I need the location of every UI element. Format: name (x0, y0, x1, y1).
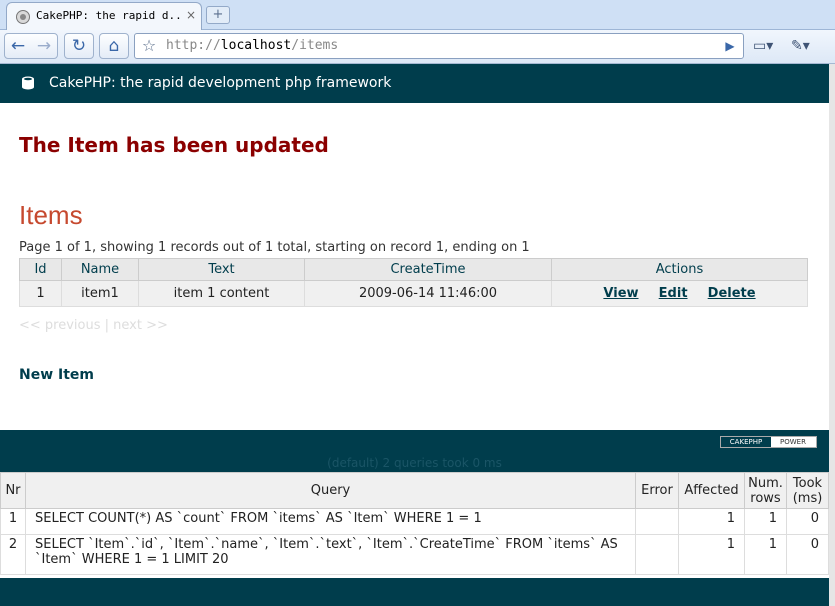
page-title: Items (19, 200, 83, 230)
sql-cell-nr: 2 (0, 534, 26, 575)
new-tab-button[interactable]: + (206, 6, 230, 24)
table-row: 1 item1 item 1 content 2009-06-14 11:46:… (19, 280, 808, 307)
table-row: 2 SELECT `Item`.`id`, `Item`.`name`, `It… (0, 534, 829, 575)
col-text[interactable]: Text (138, 258, 305, 281)
sql-cell-nr: 1 (0, 508, 26, 535)
cell-text: item 1 content (138, 280, 305, 307)
url-text[interactable]: http://localhost/items (166, 38, 338, 53)
sql-col-took: Took (ms) (786, 472, 829, 509)
items-table: Id Name Text CreateTime Actions 1 item1 … (19, 258, 808, 307)
site-header: CakePHP: the rapid development php frame… (0, 64, 829, 103)
power-badge-power: POWER (780, 438, 806, 446)
browser-tab[interactable]: CakePHP: the rapid d... × (6, 2, 202, 30)
delete-link[interactable]: Delete (708, 286, 756, 301)
back-button[interactable]: ← (6, 34, 30, 58)
page-bottom-bar (0, 578, 829, 606)
pager-separator: | (104, 318, 110, 333)
cakephp-power-badge[interactable]: CAKEPHP POWER (720, 436, 817, 448)
bookmark-star-icon[interactable]: ☆ (139, 36, 159, 56)
url-scheme: http:// (166, 38, 221, 53)
sql-cell-took: 0 (786, 534, 829, 575)
col-actions: Actions (551, 258, 808, 281)
sql-log-table: Nr Query Error Affected Num. rows Took (… (0, 472, 829, 575)
site-footer: CAKEPHP POWER (default) 2 queries took 0 … (0, 430, 829, 472)
sql-col-nr: Nr (0, 472, 26, 509)
sql-cell-query: SELECT COUNT(*) AS `count` FROM `items` … (25, 508, 636, 535)
scrollbar[interactable] (829, 64, 835, 606)
sql-cell-error (635, 508, 679, 535)
sql-col-query: Query (25, 472, 636, 509)
table-header-row: Id Name Text CreateTime Actions (19, 258, 808, 281)
page-menu-icon[interactable]: ▭▾ (753, 35, 773, 57)
cell-id: 1 (19, 280, 62, 307)
flash-message: The Item has been updated (19, 133, 329, 157)
go-button[interactable]: ▶ (720, 36, 740, 56)
url-host: localhost (220, 38, 292, 53)
sql-cell-numrows: 1 (744, 508, 787, 535)
cake-favicon-icon (16, 10, 30, 24)
home-group: ⌂ (99, 33, 129, 59)
sql-col-numrows: Num. rows (744, 472, 787, 509)
sql-cell-query: SELECT `Item`.`id`, `Item`.`name`, `Item… (25, 534, 636, 575)
previous-link: << previous (19, 318, 101, 333)
sql-log-caption: (default) 2 queries took 0 ms (327, 456, 502, 470)
sql-col-error: Error (635, 472, 679, 509)
plus-icon: + (212, 7, 224, 22)
sql-cell-affected: 1 (678, 508, 745, 535)
browser-window: CakePHP: the rapid d... × + ← → ↻ ⌂ ☆ ht… (0, 0, 835, 606)
col-createtime[interactable]: CreateTime (304, 258, 552, 281)
sql-cell-affected: 1 (678, 534, 745, 575)
wrench-menu-icon[interactable]: ✎▾ (791, 35, 810, 57)
address-bar[interactable]: ☆ http://localhost/items ▶ (134, 33, 744, 59)
view-link[interactable]: View (603, 286, 638, 301)
power-badge-cake: CAKEPHP (721, 437, 771, 447)
forward-button[interactable]: → (32, 34, 56, 58)
tab-strip: CakePHP: the rapid d... × + (0, 0, 835, 30)
paging-info: Page 1 of 1, showing 1 records out of 1 … (19, 240, 530, 255)
pagination: << previous | next >> (19, 318, 168, 333)
reload-group: ↻ (64, 33, 94, 59)
sql-cell-error (635, 534, 679, 575)
url-path: /items (291, 38, 339, 53)
sql-cell-took: 0 (786, 508, 829, 535)
browser-toolbar: ← → ↻ ⌂ ☆ http://localhost/items ▶ ▭▾ ✎▾ (0, 30, 835, 64)
cell-createtime: 2009-06-14 11:46:00 (304, 280, 552, 307)
sql-header-row: Nr Query Error Affected Num. rows Took (… (0, 472, 829, 509)
cell-actions: View Edit Delete (551, 280, 808, 307)
reload-button[interactable]: ↻ (67, 34, 91, 58)
next-link: next >> (113, 318, 168, 333)
tab-title: CakePHP: the rapid d... (36, 9, 181, 22)
edit-link[interactable]: Edit (659, 286, 688, 301)
table-row: 1 SELECT COUNT(*) AS `count` FROM `items… (0, 508, 829, 535)
cake-logo-icon (22, 76, 34, 90)
sql-cell-numrows: 1 (744, 534, 787, 575)
close-tab-icon[interactable]: × (184, 7, 198, 23)
site-title: CakePHP: the rapid development php frame… (49, 75, 392, 91)
cell-name: item1 (61, 280, 139, 307)
home-button[interactable]: ⌂ (102, 34, 126, 58)
new-item-link[interactable]: New Item (19, 367, 94, 383)
nav-group: ← → (4, 33, 58, 59)
sql-col-affected: Affected (678, 472, 745, 509)
col-id[interactable]: Id (19, 258, 62, 281)
col-name[interactable]: Name (61, 258, 139, 281)
